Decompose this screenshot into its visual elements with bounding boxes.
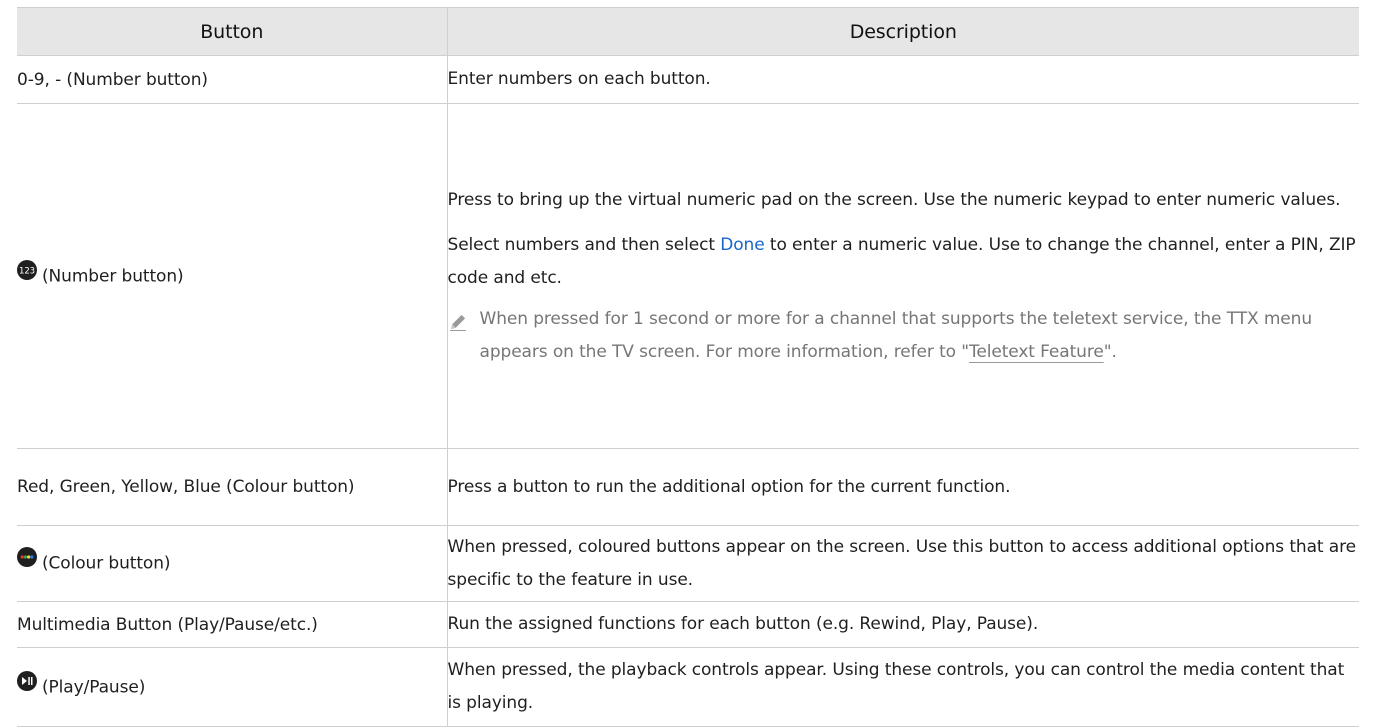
button-name: (Number button) bbox=[42, 266, 184, 286]
description-cell: Enter numbers on each button. bbox=[446, 55, 1359, 104]
description-paragraph: Press to bring up the virtual numeric pa… bbox=[447, 189, 1341, 210]
note-text-part: ". bbox=[1103, 341, 1117, 362]
table-row: Multimedia Button (Play/Pause/etc.) Run … bbox=[17, 601, 1359, 648]
button-cell: (Play/Pause) bbox=[17, 647, 447, 727]
button-cell: Multimedia Button (Play/Pause/etc.) bbox=[17, 601, 447, 648]
number-123-icon: 123 bbox=[17, 259, 37, 289]
table-row: 123 (Number button) Press to bring up th… bbox=[17, 103, 1360, 449]
column-header-button: Button bbox=[17, 7, 447, 56]
table-row: (Play/Pause) When pressed, the playback … bbox=[17, 647, 1359, 727]
description-cell: Press a button to run the additional opt… bbox=[446, 448, 1359, 526]
description-text: Enter numbers on each button. bbox=[447, 69, 711, 89]
description-text: Run the assigned functions for each butt… bbox=[447, 614, 1039, 634]
description-text: Select numbers and then select bbox=[447, 234, 721, 255]
button-cell: 123 (Number button) bbox=[17, 103, 447, 449]
description-paragraph: Select numbers and then select Done to e… bbox=[448, 229, 1360, 295]
table-header-row: Button Description bbox=[17, 7, 1359, 56]
description-cell: Run the assigned functions for each butt… bbox=[446, 601, 1359, 648]
description-text: When pressed, the playback controls appe… bbox=[447, 660, 1345, 713]
note-text: When pressed for 1 second or more for a … bbox=[480, 303, 1360, 369]
button-cell: 0-9, - (Number button) bbox=[17, 55, 447, 104]
button-name: Multimedia Button (Play/Pause/etc.) bbox=[17, 614, 318, 635]
button-cell: (Colour button) bbox=[17, 525, 447, 602]
table-row: 0-9, - (Number button) Enter numbers on … bbox=[17, 55, 1359, 104]
svg-text:123: 123 bbox=[19, 266, 35, 276]
page: Button Description 0-9, - (Number button… bbox=[0, 0, 1375, 727]
table-row: Red, Green, Yellow, Blue (Colour button)… bbox=[17, 448, 1359, 526]
table-row: (Colour button) When pressed, coloured b… bbox=[17, 525, 1359, 602]
teletext-feature-link[interactable]: Teletext Feature bbox=[969, 342, 1104, 362]
button-name: (Colour button) bbox=[42, 553, 171, 574]
remote-buttons-table: Button Description 0-9, - (Number button… bbox=[17, 7, 1359, 727]
button-name: 0-9, - (Number button) bbox=[17, 69, 208, 90]
play-pause-icon bbox=[17, 670, 37, 700]
note: When pressed for 1 second or more for a … bbox=[448, 303, 1360, 369]
button-cell: Red, Green, Yellow, Blue (Colour button) bbox=[17, 448, 447, 526]
description-cell: When pressed, the playback controls appe… bbox=[446, 647, 1359, 727]
button-name: (Play/Pause) bbox=[42, 677, 146, 697]
colour-button-icon bbox=[17, 547, 37, 576]
column-header-description: Description bbox=[446, 7, 1359, 56]
description-cell: Press to bring up the virtual numeric pa… bbox=[446, 103, 1360, 449]
pencil-note-icon bbox=[448, 303, 470, 369]
done-keyword: Done bbox=[720, 234, 765, 255]
description-cell: When pressed, coloured buttons appear on… bbox=[446, 525, 1359, 602]
description-text: Press a button to run the additional opt… bbox=[447, 476, 1011, 497]
button-name: Red, Green, Yellow, Blue (Colour button) bbox=[17, 477, 355, 497]
note-text-part: When pressed for 1 second or more for a … bbox=[479, 308, 1313, 362]
description-text: When pressed, coloured buttons appear on… bbox=[447, 536, 1357, 590]
